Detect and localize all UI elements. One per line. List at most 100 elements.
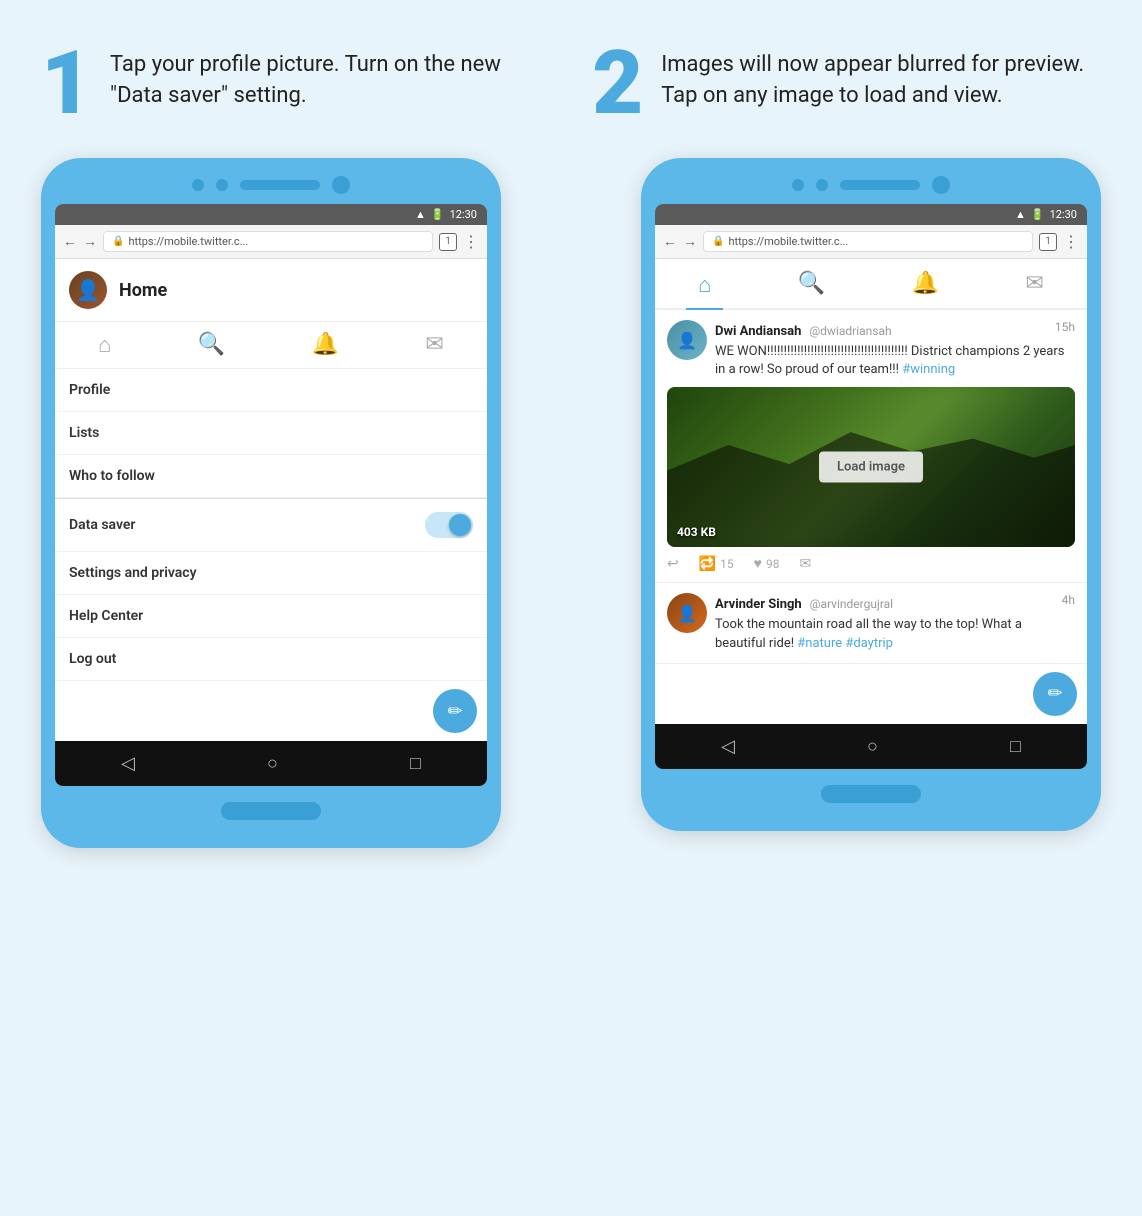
phone-1-compose-fab[interactable]: ✏ — [433, 689, 477, 733]
phone-1-home-button — [221, 802, 321, 820]
load-image-button[interactable]: Load image — [819, 452, 923, 483]
phone-1-camera — [332, 176, 350, 194]
tweet-2-time: 4h — [1062, 593, 1075, 607]
phone-1-menu-who-to-follow[interactable]: Who to follow — [55, 455, 487, 498]
phone-1-speaker — [240, 180, 320, 190]
phone-2-search-nav-icon[interactable]: 🔍 — [786, 267, 837, 300]
step-1-number: 1 — [41, 40, 92, 128]
phone-2-speaker — [840, 180, 920, 190]
tweet-1-retweet-count: 15 — [720, 557, 734, 571]
tweet-1-retweet-icon: 🔁 — [699, 556, 716, 572]
tweet-1-retweet-btn[interactable]: 🔁 15 — [699, 556, 734, 572]
phone-2-time: 12:30 — [1050, 208, 1077, 221]
phone-1-data-saver-label: Data saver — [69, 517, 135, 533]
tweet-1: 👤 Dwi Andiansah @dwiadriansah 15h WE WON… — [655, 310, 1087, 583]
tweet-2-meta: Arvinder Singh @arvindergujral 4h — [715, 593, 1075, 612]
tweet-2-text: Took the mountain road all the way to th… — [715, 616, 1075, 652]
tweet-1-avatar[interactable]: 👤 — [667, 320, 707, 360]
phone-1-home-android[interactable]: ○ — [267, 753, 278, 774]
phone-2-home-nav-icon[interactable]: ⌂ — [686, 268, 723, 310]
phone-2-compose-fab[interactable]: ✏ — [1033, 672, 1077, 716]
phone-1-compose-icon: ✏ — [447, 701, 462, 722]
tweet-1-reply-btn[interactable]: ↩ — [667, 556, 679, 572]
tweet-1-time: 15h — [1055, 320, 1075, 334]
phone-2-home-android[interactable]: ○ — [867, 736, 878, 757]
phone-2-url-bar[interactable]: 🔒 https://mobile.twitter.c... — [703, 231, 1033, 252]
phone-1-browser-bar: ← → 🔒 https://mobile.twitter.c... 1 ⋮ — [55, 225, 487, 259]
phone-2-messages-nav-icon[interactable]: ✉ — [1013, 267, 1055, 300]
phone-1-menu-logout[interactable]: Log out — [55, 638, 487, 681]
phone-1-recent-android[interactable]: □ — [410, 753, 421, 774]
tweet-1-avatar-img: 👤 — [667, 320, 707, 360]
tweet-2-avatar[interactable]: 👤 — [667, 593, 707, 633]
phone-1-lock-icon: 🔒 — [112, 236, 124, 247]
tweet-1-image-container[interactable]: Load image 403 KB — [667, 387, 1075, 547]
phone-1-messages-icon[interactable]: ✉ — [425, 332, 443, 358]
step-1-text: Tap your profile picture. Turn on the ne… — [110, 40, 550, 112]
phone-2: ▲ 🔋 12:30 ← → 🔒 https://mobile.twitter.c… — [641, 158, 1101, 831]
phone-2-top-bar — [655, 176, 1087, 194]
phone-1-menu-help[interactable]: Help Center — [55, 595, 487, 638]
phone-2-dot-2 — [816, 179, 828, 191]
phone-1-signal: ▲ — [415, 208, 426, 221]
phone-1-data-saver-row: Data saver — [55, 499, 487, 552]
phone-1-browser-menu[interactable]: ⋮ — [463, 232, 479, 251]
phone-1-back-android[interactable]: ◁ — [121, 753, 135, 774]
phone-2-status-bar: ▲ 🔋 12:30 — [655, 204, 1087, 225]
phone-1-home-title: Home — [119, 280, 167, 301]
tweet-1-actions: ↩ 🔁 15 ♥ 98 ✉ — [667, 555, 1075, 572]
tweet-2-handle: @arvindergujral — [810, 597, 893, 611]
phone-2-back-btn[interactable]: ← — [663, 233, 677, 250]
phone-1-home-header: 👤 Home — [55, 259, 487, 322]
phone-2-dot-1 — [792, 179, 804, 191]
phone-1-tab-badge[interactable]: 1 — [439, 233, 457, 251]
phone-2-notifications-nav-icon[interactable]: 🔔 — [900, 267, 951, 300]
phone-1-fab-container: ✏ — [55, 681, 487, 741]
tweet-1-like-count: 98 — [766, 557, 780, 571]
phone-1-menu-settings[interactable]: Settings and privacy — [55, 552, 487, 595]
tweet-1-handle: @dwiadriansah — [809, 324, 891, 338]
tweet-1-share-btn[interactable]: ✉ — [799, 556, 811, 572]
phone-2-browser-menu[interactable]: ⋮ — [1063, 232, 1079, 251]
phone-1-url-text: https://mobile.twitter.c... — [128, 235, 248, 248]
phone-1-url-bar[interactable]: 🔒 https://mobile.twitter.c... — [103, 231, 433, 252]
step-2-number: 2 — [592, 40, 643, 128]
phone-1-back-btn[interactable]: ← — [63, 233, 77, 250]
phone-1-home-icon[interactable]: ⌂ — [98, 332, 111, 358]
tweet-2-header: 👤 Arvinder Singh @arvindergujral 4h Took… — [667, 593, 1075, 652]
tweet-1-text: WE WON!!!!!!!!!!!!!!!!!!!!!!!!!!!!!!!!!!… — [715, 343, 1075, 379]
instruction-block-1: 1 Tap your profile picture. Turn on the … — [41, 40, 550, 128]
phone-2-battery: 🔋 — [1031, 208, 1045, 221]
phone-1-avatar-img: 👤 — [69, 271, 107, 309]
phone-2-forward-btn[interactable]: → — [683, 233, 697, 250]
phone-1-notifications-icon[interactable]: 🔔 — [312, 332, 339, 358]
phone-1-search-icon[interactable]: 🔍 — [198, 332, 225, 358]
tweet-1-like-icon: ♥ — [754, 555, 762, 572]
phone-1-data-saver-toggle[interactable] — [425, 512, 473, 538]
phone-1-battery: 🔋 — [431, 208, 445, 221]
phone-2-back-android[interactable]: ◁ — [721, 736, 735, 757]
phone-1: ▲ 🔋 12:30 ← → 🔒 https://mobile.twitter.c… — [41, 158, 501, 848]
phone-2-signal: ▲ — [1015, 208, 1026, 221]
phone-2-twitter-nav: ⌂ 🔍 🔔 ✉ — [655, 259, 1087, 310]
phone-2-tab-badge[interactable]: 1 — [1039, 233, 1057, 251]
phone-2-browser-bar: ← → 🔒 https://mobile.twitter.c... 1 ⋮ — [655, 225, 1087, 259]
tweet-1-hashtag[interactable]: #winning — [902, 362, 955, 377]
phone-2-screen: ▲ 🔋 12:30 ← → 🔒 https://mobile.twitter.c… — [655, 204, 1087, 769]
phone-1-menu-lists[interactable]: Lists — [55, 412, 487, 455]
phone-1-forward-btn[interactable]: → — [83, 233, 97, 250]
tweet-2: 👤 Arvinder Singh @arvindergujral 4h Took… — [655, 583, 1087, 663]
tweet-1-like-btn[interactable]: ♥ 98 — [754, 555, 780, 572]
tweet-2-hashtag[interactable]: #nature #daytrip — [797, 636, 893, 651]
phone-1-menu-profile[interactable]: Profile — [55, 369, 487, 412]
instruction-block-2: 2 Images will now appear blurred for pre… — [592, 40, 1101, 128]
phone-2-camera — [932, 176, 950, 194]
tweet-2-name-row: Arvinder Singh @arvindergujral — [715, 593, 893, 612]
phone-1-avatar[interactable]: 👤 — [69, 271, 107, 309]
instructions-row: 1 Tap your profile picture. Turn on the … — [41, 40, 1101, 128]
phone-1-time: 12:30 — [450, 208, 477, 221]
tweet-1-name: Dwi Andiansah — [715, 324, 801, 339]
step-2-text: Images will now appear blurred for previ… — [661, 40, 1101, 112]
phone-2-recent-android[interactable]: □ — [1010, 736, 1021, 757]
tweet-2-content: Arvinder Singh @arvindergujral 4h Took t… — [715, 593, 1075, 652]
